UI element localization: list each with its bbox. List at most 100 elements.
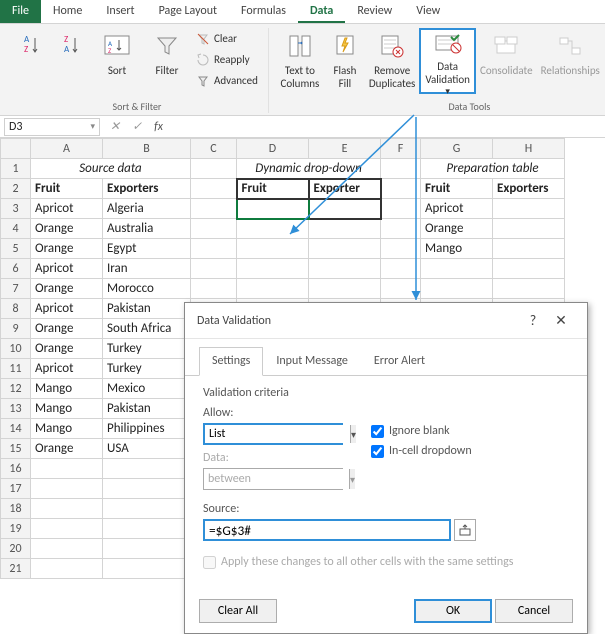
cell[interactable]: Exporter (309, 179, 381, 199)
fx-icon[interactable]: fx (148, 120, 169, 134)
column-header[interactable]: F (381, 139, 421, 159)
cell[interactable]: Apricot (31, 359, 103, 379)
dialog-tab-error-alert[interactable]: Error Alert (361, 347, 438, 375)
row-header[interactable]: 10 (1, 339, 31, 359)
cell[interactable]: Mango (421, 239, 493, 259)
tab-review[interactable]: Review (345, 0, 404, 23)
row-header[interactable]: 12 (1, 379, 31, 399)
cell[interactable]: Apricot (421, 199, 493, 219)
text-to-columns-button[interactable]: Text to Columns (275, 28, 325, 94)
cell[interactable] (103, 459, 191, 479)
clear-all-button[interactable]: Clear All (199, 599, 277, 623)
cell[interactable] (31, 519, 103, 539)
cell[interactable] (309, 259, 381, 279)
ignore-blank-checkbox[interactable]: Ignore blank (371, 424, 472, 438)
cell[interactable]: Orange (31, 319, 103, 339)
cell[interactable] (31, 559, 103, 579)
cell[interactable] (381, 199, 421, 219)
cell[interactable] (237, 239, 309, 259)
cell[interactable]: Orange (31, 239, 103, 259)
allow-combo[interactable]: ▾ (203, 423, 343, 445)
cell[interactable]: Morocco (103, 279, 191, 299)
tab-home[interactable]: Home (41, 0, 94, 23)
cell[interactable] (31, 539, 103, 559)
cell[interactable] (103, 479, 191, 499)
row-header[interactable]: 11 (1, 359, 31, 379)
cell[interactable]: Orange (31, 219, 103, 239)
column-header[interactable]: D (237, 139, 309, 159)
cell[interactable]: Mango (31, 399, 103, 419)
cell[interactable] (381, 279, 421, 299)
cell[interactable] (381, 159, 421, 179)
cell[interactable] (493, 239, 565, 259)
sort-button[interactable]: AZSort (92, 28, 142, 94)
row-header[interactable]: 21 (1, 559, 31, 579)
source-input[interactable] (203, 519, 451, 541)
name-box[interactable]: D3▾ (4, 118, 100, 136)
cell[interactable] (237, 219, 309, 239)
row-header[interactable]: 20 (1, 539, 31, 559)
clear-button[interactable]: Clear (192, 28, 262, 49)
dialog-tab-input-message[interactable]: Input Message (263, 347, 361, 375)
tab-file[interactable]: File (0, 0, 41, 23)
advanced-button[interactable]: Advanced (192, 70, 262, 91)
cell[interactable] (191, 259, 237, 279)
row-header[interactable]: 6 (1, 259, 31, 279)
cell[interactable] (421, 259, 493, 279)
cell[interactable] (103, 559, 191, 579)
cell[interactable] (103, 539, 191, 559)
row-header[interactable]: 15 (1, 439, 31, 459)
cell[interactable] (191, 239, 237, 259)
cell[interactable] (493, 279, 565, 299)
close-icon[interactable]: ✕ (547, 312, 575, 329)
cell[interactable]: Philippines (103, 419, 191, 439)
cancel-button[interactable]: Cancel (495, 599, 573, 623)
cell[interactable]: Turkey (103, 339, 191, 359)
cell[interactable]: Orange (31, 339, 103, 359)
sort-az-button[interactable]: AZ (12, 28, 52, 94)
cell[interactable]: Australia (103, 219, 191, 239)
row-header[interactable]: 9 (1, 319, 31, 339)
cell[interactable]: Orange (421, 219, 493, 239)
cell[interactable] (103, 499, 191, 519)
cell[interactable]: Apricot (31, 199, 103, 219)
tab-data[interactable]: Data (298, 0, 345, 23)
cell[interactable] (191, 219, 237, 239)
cell[interactable]: Mexico (103, 379, 191, 399)
cell[interactable]: Exporters (103, 179, 191, 199)
cell[interactable] (381, 179, 421, 199)
cell[interactable] (309, 239, 381, 259)
cell[interactable] (381, 239, 421, 259)
help-icon[interactable]: ? (519, 312, 547, 329)
cell[interactable] (381, 259, 421, 279)
cell[interactable]: South Africa (103, 319, 191, 339)
cell[interactable] (31, 459, 103, 479)
filter-button[interactable]: Filter (142, 28, 192, 94)
ok-button[interactable]: OK (414, 599, 492, 623)
row-header[interactable]: 3 (1, 199, 31, 219)
cell[interactable] (493, 219, 565, 239)
row-header[interactable]: 4 (1, 219, 31, 239)
tab-page-layout[interactable]: Page Layout (147, 0, 229, 23)
cell[interactable] (31, 499, 103, 519)
cell[interactable]: Fruit (237, 179, 309, 199)
cell[interactable]: Dynamic drop-down (237, 159, 381, 179)
row-header[interactable]: 7 (1, 279, 31, 299)
row-header[interactable]: 8 (1, 299, 31, 319)
cell[interactable] (237, 279, 309, 299)
cell[interactable] (237, 259, 309, 279)
cell[interactable] (493, 199, 565, 219)
row-header[interactable]: 17 (1, 479, 31, 499)
row-header[interactable]: 1 (1, 159, 31, 179)
flash-fill-button[interactable]: Flash Fill (325, 28, 365, 94)
dialog-tab-settings[interactable]: Settings (199, 347, 263, 376)
column-header[interactable] (1, 139, 31, 159)
column-header[interactable]: E (309, 139, 381, 159)
column-header[interactable]: C (191, 139, 237, 159)
row-header[interactable]: 14 (1, 419, 31, 439)
cell[interactable]: Iran (103, 259, 191, 279)
cell[interactable]: Mango (31, 419, 103, 439)
cell[interactable] (381, 219, 421, 239)
cell[interactable] (191, 159, 237, 179)
cell[interactable]: Apricot (31, 259, 103, 279)
